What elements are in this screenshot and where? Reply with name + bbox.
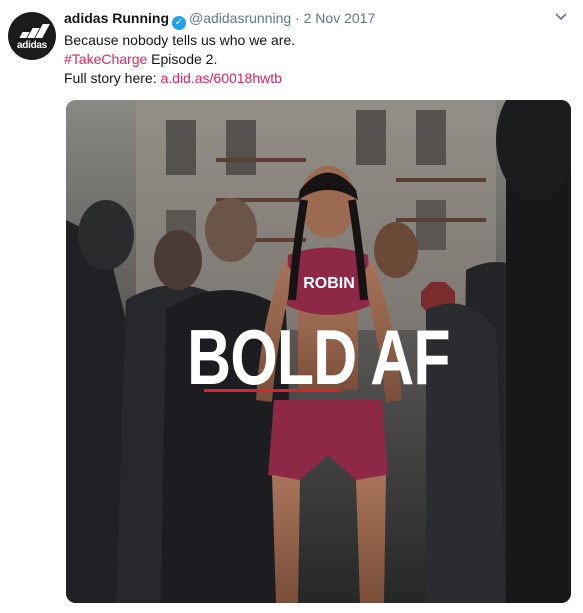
tweet-text-line: Because nobody tells us who we are. xyxy=(64,32,296,48)
tweet-card[interactable]: adidas adidas Running ✓ @adidasrunning · 2… xyxy=(0,0,583,613)
tweet-text: Because nobody tells us who we are. #Tak… xyxy=(64,31,295,88)
avatar[interactable]: adidas xyxy=(8,12,56,60)
shirt-text: ROBIN xyxy=(303,275,355,292)
adidas-logo-icon xyxy=(17,24,50,38)
verified-badge-icon: ✓ xyxy=(172,16,186,30)
separator-dot: · xyxy=(295,10,300,26)
hashtag-link[interactable]: #TakeCharge xyxy=(64,51,147,67)
story-link[interactable]: a.did.as/60018hwtb xyxy=(160,70,281,86)
avatar-brand-text: adidas xyxy=(17,40,47,51)
author-handle[interactable]: @adidasrunning xyxy=(189,10,291,26)
tweet-date[interactable]: 2 Nov 2017 xyxy=(304,10,376,26)
tweet-header: adidas Running ✓ @adidasrunning · 2 Nov 20… xyxy=(64,10,375,30)
story-prefix: Full story here: xyxy=(64,70,161,86)
tweet-text-line: Full story here: a.did.as/60018hwtb xyxy=(64,69,295,88)
overlay-underline xyxy=(204,389,342,392)
tweet-media-image[interactable]: ROBIN BOLD AF xyxy=(66,100,571,603)
episode-text: Episode 2. xyxy=(147,51,218,67)
chevron-down-icon[interactable] xyxy=(553,8,569,24)
author-name[interactable]: adidas Running xyxy=(64,10,169,26)
tweet-text-line: #TakeCharge Episode 2. xyxy=(64,50,295,69)
